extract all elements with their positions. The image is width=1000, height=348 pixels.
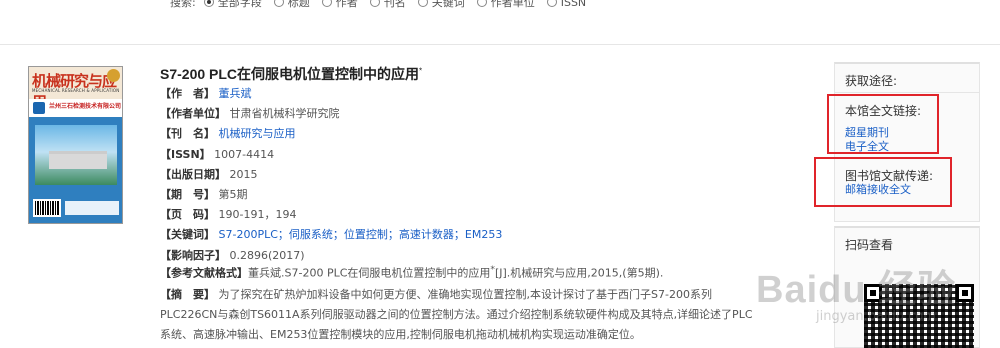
search-label: 搜索: bbox=[170, 0, 196, 9]
journal-cover-image[interactable]: 机械研究与应用 MECHANICAL RESEARCH & APPLICATIO… bbox=[28, 66, 123, 224]
radio-icon[interactable] bbox=[369, 0, 380, 7]
search-option-affiliation[interactable]: 作者单位 bbox=[476, 0, 535, 10]
meta-impact: 【影响因子】 0.2896(2017) bbox=[160, 248, 305, 262]
highlight-box-fulltext bbox=[827, 94, 939, 154]
keyword-link[interactable]: 位置控制 bbox=[344, 228, 388, 241]
search-field-options: 搜索: 全部字段 标题 作者 刊名 关键词 作者单位 ISSN bbox=[170, 0, 598, 10]
meta-pages: 【页 码】 190-191，194 bbox=[160, 208, 297, 222]
keyword-link[interactable]: S7-200PLC bbox=[219, 228, 278, 241]
issue-badge-icon bbox=[107, 69, 120, 82]
radio-icon[interactable] bbox=[203, 0, 214, 7]
access-header: 获取途径: bbox=[845, 74, 898, 88]
barcode-icon bbox=[33, 199, 61, 217]
meta-journal: 【刊 名】 机械研究与应用 bbox=[160, 127, 296, 141]
keyword-link[interactable]: 伺服系统 bbox=[289, 228, 333, 241]
search-option-journal[interactable]: 刊名 bbox=[369, 0, 406, 10]
qr-finder-icon bbox=[864, 284, 882, 302]
radio-icon[interactable] bbox=[546, 0, 557, 7]
search-option-issn[interactable]: ISSN bbox=[546, 0, 586, 9]
author-link[interactable]: 董兵斌 bbox=[219, 87, 252, 100]
search-option-author[interactable]: 作者 bbox=[321, 0, 358, 10]
sponsor-logo-icon bbox=[33, 102, 45, 114]
radio-icon[interactable] bbox=[273, 0, 284, 7]
meta-issn: 【ISSN】 1007-4414 bbox=[160, 147, 275, 161]
article-meta: 【作 者】 董兵斌 【作者单位】 甘肃省机械科学研究院 【刊 名】 机械研究与应… bbox=[160, 84, 502, 266]
qr-header: 扫码查看 bbox=[845, 238, 894, 252]
cover-sponsor: 兰州三石检测技术有限公司 bbox=[49, 103, 122, 110]
cover-masthead: 机械研究与应用 MECHANICAL RESEARCH & APPLICATIO… bbox=[29, 67, 122, 111]
highlight-box-delivery bbox=[814, 157, 952, 207]
cover-journal-en: MECHANICAL RESEARCH & APPLICATION bbox=[32, 88, 120, 93]
abstract: 【摘 要】 为了探究在矿热炉加料设备中如何更方便、准确地实现位置控制,本设计探讨… bbox=[160, 288, 753, 341]
cover-building bbox=[49, 151, 107, 169]
qr-finder-icon bbox=[956, 284, 974, 302]
search-option-all[interactable]: 全部字段 bbox=[203, 0, 262, 10]
cover-sponsor-band: 兰州三石检测技术有限公司 bbox=[29, 99, 122, 117]
radio-icon[interactable] bbox=[476, 0, 487, 7]
panel-divider bbox=[835, 92, 979, 93]
radio-icon[interactable] bbox=[321, 0, 332, 7]
meta-affiliation: 【作者单位】 甘肃省机械科学研究院 bbox=[160, 107, 340, 121]
citation: 【参考文献格式】董兵斌.S7-200 PLC在伺服电机位置控制中的应用*[J].… bbox=[160, 264, 664, 280]
journal-link[interactable]: 机械研究与应用 bbox=[219, 127, 296, 140]
search-option-title[interactable]: 标题 bbox=[273, 0, 310, 10]
meta-keywords: 【关键词】 S7-200PLC；伺服系统；位置控制；高速计数器；EM253 bbox=[160, 228, 503, 242]
article-title: S7-200 PLC在伺服电机位置控制中的应用* bbox=[160, 66, 423, 82]
meta-date: 【出版日期】 2015 bbox=[160, 167, 258, 181]
divider bbox=[0, 44, 1000, 45]
keyword-link[interactable]: 高速计数器 bbox=[399, 228, 454, 241]
meta-issue: 【期 号】 第5期 bbox=[160, 188, 248, 202]
search-option-keyword[interactable]: 关键词 bbox=[417, 0, 465, 10]
cover-info-block bbox=[65, 201, 119, 215]
meta-author: 【作 者】 董兵斌 bbox=[160, 87, 252, 100]
keyword-link[interactable]: EM253 bbox=[465, 228, 502, 241]
radio-icon[interactable] bbox=[417, 0, 428, 7]
qr-code-icon[interactable] bbox=[864, 284, 974, 348]
